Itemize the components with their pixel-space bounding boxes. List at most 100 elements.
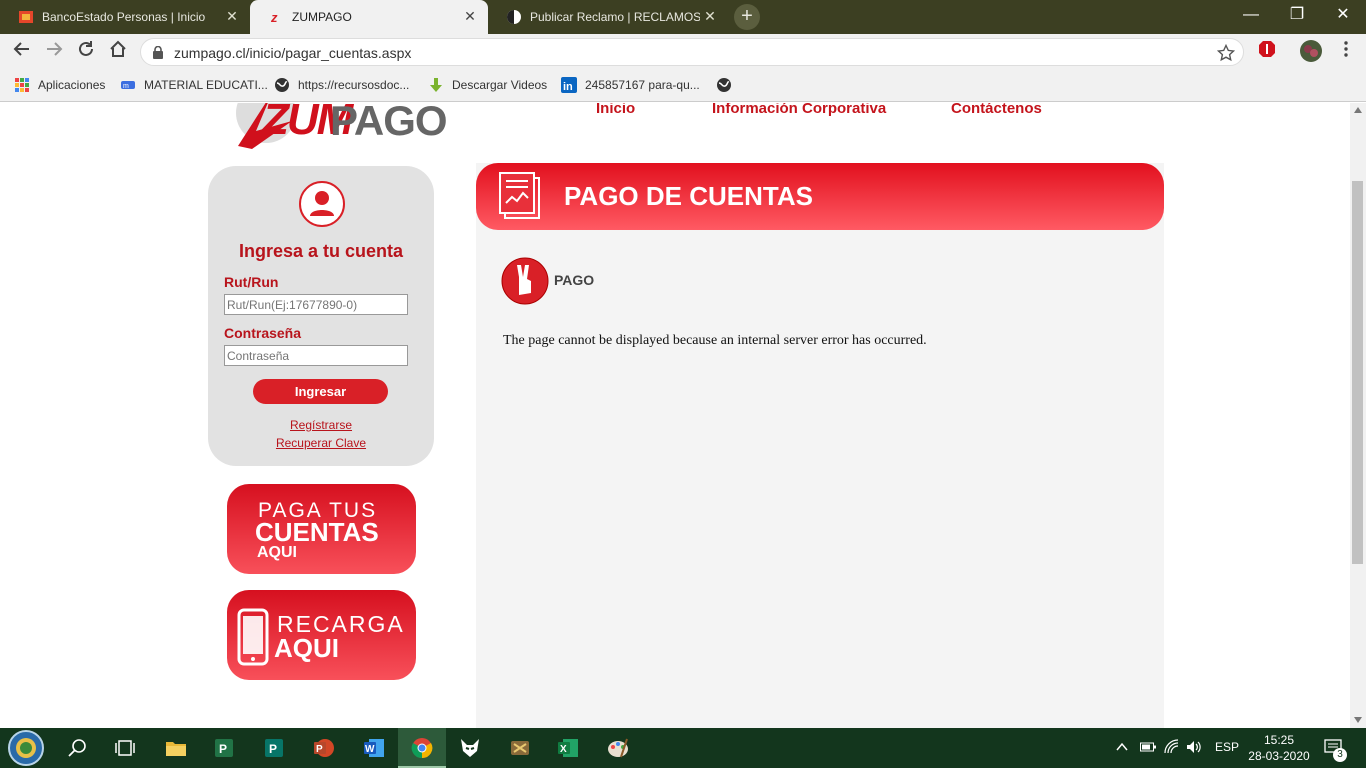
- taskbar-paint[interactable]: [594, 728, 642, 768]
- taskbar-project[interactable]: P: [200, 728, 248, 768]
- close-icon[interactable]: ✕: [702, 8, 718, 25]
- tab-strip: BancoEstado Personas | Inicio ✕ z ZUMPAG…: [0, 0, 1366, 34]
- forward-button[interactable]: [42, 40, 66, 64]
- promo-line3: AQUI: [257, 544, 297, 561]
- chevron-up-icon[interactable]: [1116, 742, 1128, 752]
- tab-title: ZUMPAGO: [292, 10, 352, 24]
- error-message: The page cannot be displayed because an …: [503, 333, 927, 348]
- bookmark-globe[interactable]: [716, 77, 740, 93]
- close-window-button[interactable]: ✕: [1320, 0, 1366, 32]
- recharge-promo[interactable]: RECARGA AQUI: [227, 590, 416, 680]
- document-chart-icon: [499, 172, 540, 219]
- windows-taskbar: P P P W X ESP 15:25 28-03-2020 3: [0, 728, 1366, 768]
- taskbar-app-video[interactable]: [496, 728, 544, 768]
- scroll-up-icon[interactable]: [1354, 107, 1362, 113]
- avatar-icon: [1300, 40, 1322, 62]
- bookmark-label: https://recursosdoc...: [298, 78, 410, 92]
- reload-icon: [79, 41, 93, 56]
- hand-peace-icon: [501, 257, 549, 305]
- bookmark-linkedin[interactable]: in 245857167 para-qu...: [561, 77, 700, 93]
- ms-publisher-icon: P: [265, 739, 283, 757]
- password-label: Contraseña: [224, 325, 302, 341]
- address-bar[interactable]: zumpago.cl/inicio/pagar_cuentas.aspx: [140, 38, 1244, 66]
- extension-button[interactable]: [1255, 40, 1279, 64]
- tab-bancoestado[interactable]: BancoEstado Personas | Inicio ✕: [0, 0, 250, 34]
- rut-input[interactable]: [224, 294, 408, 315]
- taskbar-app-fox[interactable]: [446, 728, 494, 768]
- panel-header: PAGO DE CUENTAS: [476, 163, 1164, 230]
- close-icon[interactable]: ✕: [462, 8, 478, 25]
- page-scrollbar[interactable]: [1350, 103, 1366, 728]
- svg-text:X: X: [560, 744, 567, 755]
- profile-button[interactable]: [1299, 40, 1323, 64]
- back-button[interactable]: [10, 40, 34, 64]
- wifi-icon[interactable]: [1164, 739, 1180, 755]
- bookmarks-bar: Aplicaciones m MATERIAL EDUCATI... https…: [0, 70, 1366, 102]
- reload-button[interactable]: [74, 40, 98, 64]
- search-button[interactable]: [54, 728, 102, 768]
- minimize-button[interactable]: —: [1228, 0, 1274, 32]
- paint-palette-icon: [608, 738, 628, 758]
- clock-date: 28-03-2020: [1248, 749, 1310, 763]
- clock[interactable]: 15:25 28-03-2020: [1248, 732, 1310, 764]
- restore-button[interactable]: ❐: [1274, 0, 1320, 32]
- excel-icon: X: [558, 739, 578, 757]
- more-vertical-icon: [1344, 41, 1348, 57]
- phone-icon: [237, 608, 269, 666]
- scrollbar-thumb[interactable]: [1352, 181, 1363, 564]
- home-button[interactable]: [106, 40, 130, 64]
- pay-bills-promo[interactable]: PAGA TUS CUENTAS AQUI: [227, 484, 416, 574]
- nav-informacion-corporativa[interactable]: Información Corporativa: [712, 103, 886, 117]
- linkedin-icon: in: [561, 77, 577, 93]
- bookmark-apps[interactable]: Aplicaciones: [14, 77, 105, 93]
- tab-reclamos[interactable]: Publicar Reclamo | RECLAMOS.CL ✕: [488, 0, 728, 34]
- language-indicator[interactable]: ESP: [1215, 740, 1239, 754]
- volume-icon[interactable]: [1186, 739, 1202, 755]
- taskbar-powerpoint[interactable]: P: [300, 728, 348, 768]
- recover-password-link[interactable]: Recuperar Clave: [208, 436, 434, 450]
- svg-text:P: P: [316, 744, 323, 755]
- bookmark-label: Aplicaciones: [38, 78, 106, 92]
- start-button[interactable]: [2, 728, 50, 768]
- material-icon: m: [121, 81, 135, 90]
- globe-icon: [717, 78, 731, 92]
- close-icon[interactable]: ✕: [224, 8, 240, 25]
- reclamos-favicon-icon: [507, 10, 521, 24]
- nav-inicio[interactable]: Inicio: [596, 103, 635, 117]
- globe-icon: [275, 78, 289, 92]
- taskbar-chrome[interactable]: [398, 728, 446, 768]
- star-icon[interactable]: [1217, 44, 1235, 62]
- register-link[interactable]: Regístrarse: [208, 418, 434, 432]
- main-content-panel: PAGO DE CUENTAS PAGO The page cannot be …: [476, 163, 1164, 728]
- taskbar-word[interactable]: W: [350, 728, 398, 768]
- taskbar-publisher[interactable]: P: [250, 728, 298, 768]
- browser-toolbar: zumpago.cl/inicio/pagar_cuentas.aspx: [0, 34, 1366, 70]
- tab-title: BancoEstado Personas | Inicio: [42, 10, 206, 24]
- battery-icon[interactable]: [1140, 741, 1156, 753]
- web-page: ZUM PAGO Inicio Información Corporativa …: [0, 103, 1350, 728]
- zumpago-favicon-icon: z: [270, 10, 278, 25]
- fox-mask-icon: [461, 739, 479, 757]
- scroll-down-icon[interactable]: [1354, 717, 1362, 723]
- bookmark-descargar[interactable]: Descargar Videos: [428, 77, 547, 93]
- login-button[interactable]: Ingresar: [253, 379, 388, 404]
- svg-text:in: in: [563, 81, 573, 93]
- notifications-count-badge: 3: [1333, 748, 1347, 762]
- task-view-button[interactable]: [102, 728, 150, 768]
- zumpago-logo[interactable]: ZUM PAGO: [232, 103, 448, 149]
- bookmark-recursos[interactable]: https://recursosdoc...: [274, 77, 409, 93]
- word-icon: W: [364, 739, 384, 757]
- bookmark-material[interactable]: m MATERIAL EDUCATI...: [120, 77, 268, 93]
- menu-button[interactable]: [1334, 40, 1358, 64]
- tab-zumpago[interactable]: z ZUMPAGO ✕: [250, 0, 488, 34]
- nav-contactenos[interactable]: Contáctenos: [951, 103, 1042, 117]
- chrome-icon: [411, 738, 433, 759]
- taskbar-excel[interactable]: X: [544, 728, 592, 768]
- svg-text:P: P: [219, 742, 227, 756]
- new-tab-button[interactable]: +: [734, 4, 760, 30]
- search-icon: [68, 739, 86, 757]
- task-view-icon: [115, 740, 135, 756]
- taskbar-file-explorer[interactable]: [152, 728, 200, 768]
- password-input[interactable]: [224, 345, 408, 366]
- bookmark-label: Descargar Videos: [452, 78, 548, 92]
